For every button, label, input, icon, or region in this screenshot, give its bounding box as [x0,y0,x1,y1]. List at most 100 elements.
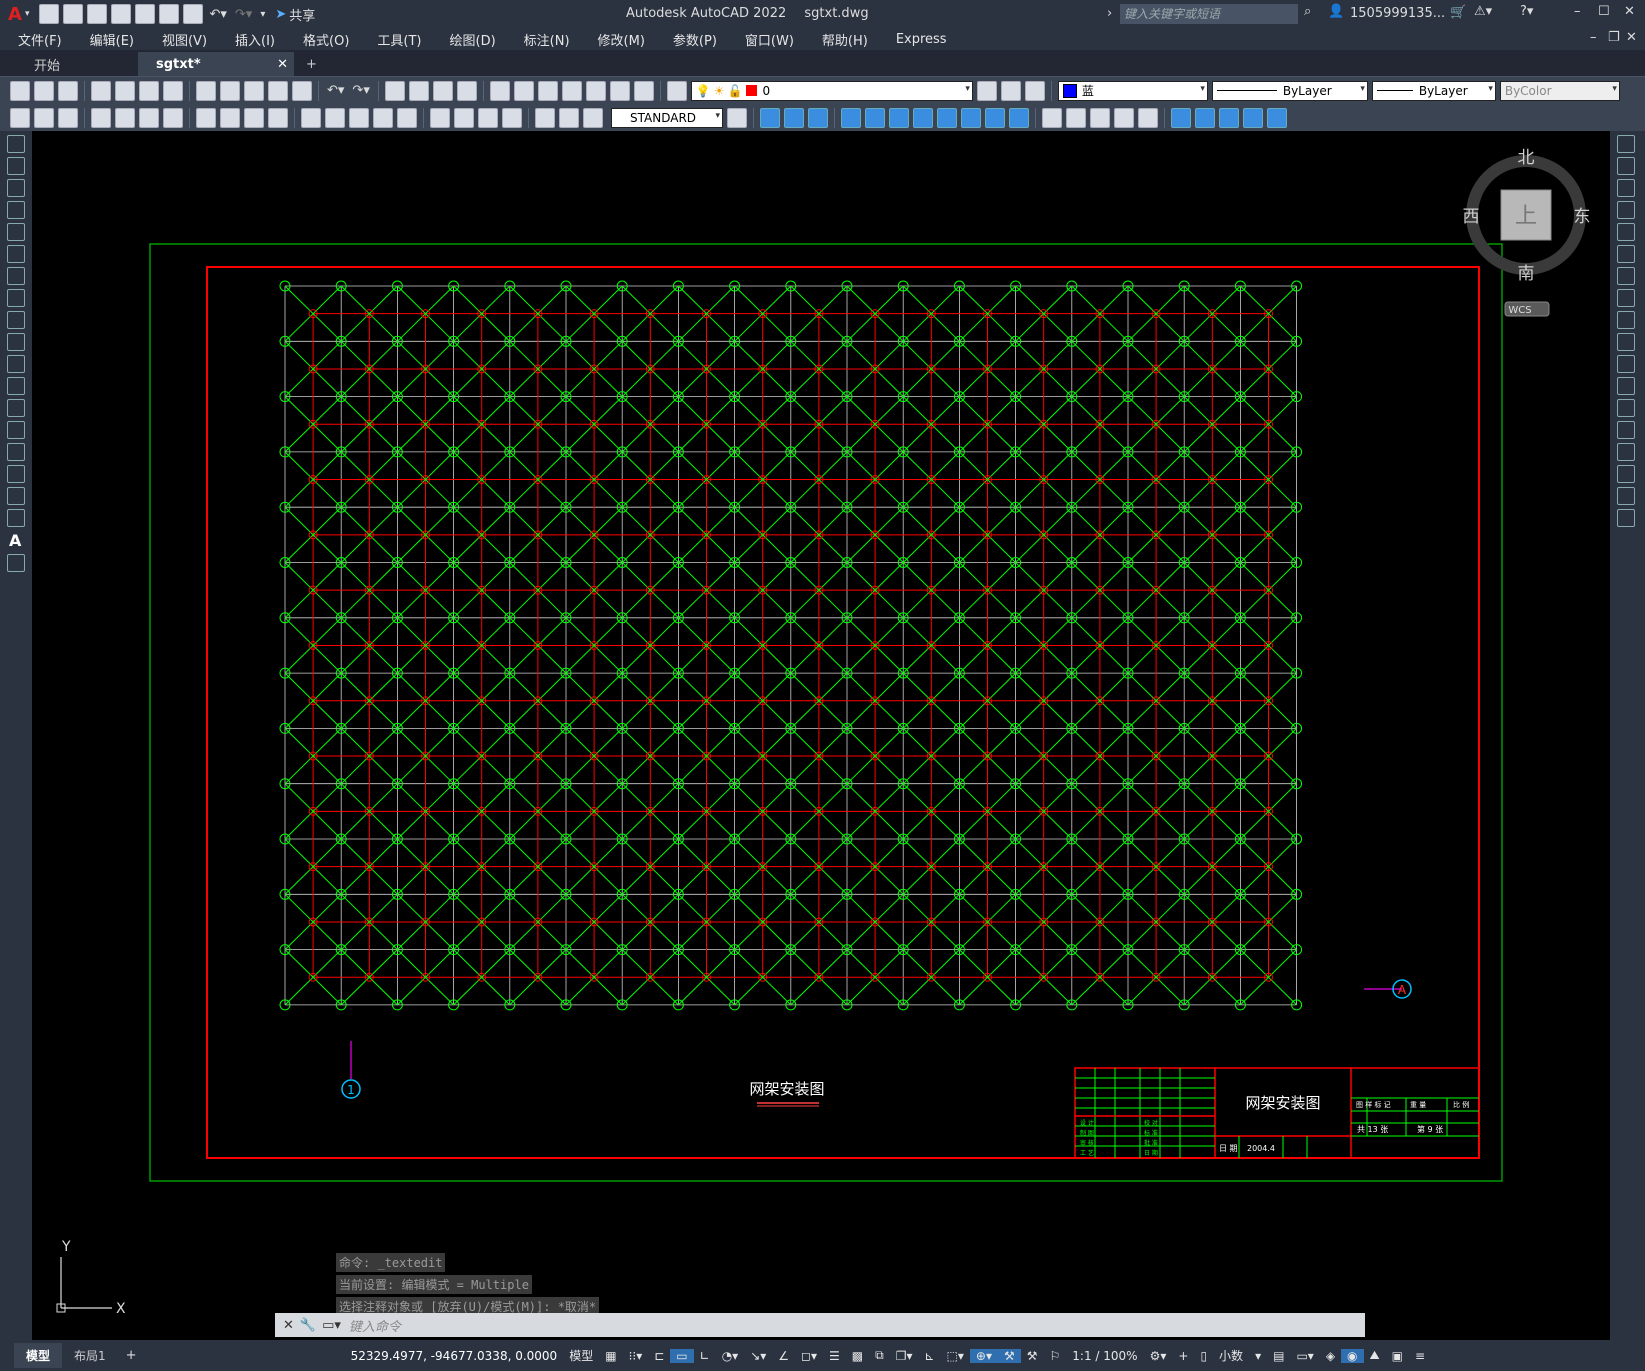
graphics-perf-icon[interactable]: ⛰ [1364,1348,1386,1363]
lightbulb-icon[interactable]: 💡 [696,84,711,98]
chamfer-icon[interactable] [1617,443,1635,461]
add-layout-button[interactable]: + [118,1348,145,1363]
color-dropdown[interactable]: 蓝 ▾ [1057,80,1208,101]
zoom-previous-icon[interactable] [456,80,477,101]
zoom-window-icon[interactable] [432,80,453,101]
construction-line-icon[interactable] [7,157,25,175]
osnap-icon[interactable]: ◻▾ [795,1349,823,1363]
autocad-logo-icon[interactable]: A [8,4,22,25]
chevron-down-icon[interactable]: ▾ [1249,1349,1267,1363]
menu-window[interactable]: 窗口(W) [731,30,808,49]
dynamic-input-icon[interactable]: ▭ [670,1348,694,1363]
group-icon[interactable] [1171,107,1191,128]
redo-icon[interactable]: ↷▾ [352,83,369,98]
move-icon[interactable] [889,107,909,128]
customize-icon[interactable]: 🔧 [300,1318,316,1333]
tab-sgtxt[interactable]: sgtxt* ✕ [138,52,295,76]
erase-icon[interactable] [760,107,780,128]
blend-icon[interactable] [1617,487,1635,505]
tool-palettes-icon[interactable] [537,80,558,101]
trim-icon[interactable] [1617,333,1635,351]
lock-icon[interactable]: 🔓 [728,84,743,98]
dim-angular-icon[interactable] [268,107,288,128]
search-input[interactable]: 键入关键字或短语 [1120,4,1298,24]
cart-icon[interactable]: 🛒 [1450,5,1466,20]
osnap-tracking-icon[interactable]: ∠ [772,1349,795,1363]
annotation-scale-dropdown[interactable]: 1:1 / 100% [1066,1349,1143,1363]
save-icon[interactable] [58,80,78,101]
inspect-icon[interactable] [478,107,498,128]
draworder-icon[interactable] [10,107,30,128]
hardware-accel-icon[interactable]: ◉ [1341,1348,1364,1363]
command-input[interactable]: 键入命令 [349,1316,401,1335]
group-select-icon[interactable] [1243,107,1263,128]
polar-icon[interactable]: ◔▾ [716,1349,745,1363]
mirror-icon[interactable] [1617,179,1635,197]
paste-icon[interactable] [244,80,264,101]
dim-space-icon[interactable] [373,107,393,128]
command-line[interactable]: ✕ 🔧 ▭▾ 键入命令 [275,1313,1365,1337]
line-icon[interactable] [7,135,25,153]
ungroup-icon[interactable] [1195,107,1215,128]
ortho-icon[interactable]: ∟ [694,1349,716,1363]
tab-start[interactable]: 开始 [16,52,78,76]
lock-ui-icon[interactable]: ▭▾ [1290,1349,1319,1363]
extend-icon[interactable] [1617,355,1635,373]
fillet-icon[interactable] [1617,465,1635,483]
spline-icon[interactable] [7,311,25,329]
menu-parametric[interactable]: 参数(P) [659,30,731,49]
plot-icon[interactable] [183,4,204,24]
pan-icon[interactable] [384,80,405,101]
menu-express[interactable]: Express [882,32,961,47]
isometric-icon[interactable]: ↘▾ [744,1349,772,1363]
send-back-icon[interactable] [58,107,78,128]
lineweight-dropdown[interactable]: ByLayer ▾ [1371,80,1496,101]
markup-icon[interactable] [585,80,606,101]
make-current-layer-icon[interactable] [976,80,997,101]
cut-icon[interactable] [196,80,216,101]
dim-baseline-icon[interactable] [325,107,345,128]
undo-icon[interactable]: ↶▾ [209,7,226,22]
offset-icon[interactable] [841,107,861,128]
bring-front-icon[interactable] [34,107,54,128]
add-selected-icon[interactable] [7,554,25,572]
close-icon[interactable]: ✕ [1624,4,1635,19]
linetype-dropdown[interactable]: ByLayer ▾ [1211,80,1368,101]
new-tab-button[interactable]: + [294,52,329,76]
doc-restore-icon[interactable]: ❐ [1608,30,1620,45]
break-icon[interactable] [1042,107,1062,128]
center-mark-icon[interactable] [454,107,474,128]
dim-diameter-icon[interactable] [244,107,264,128]
selection-filter-icon[interactable]: ⬚▾ [941,1349,970,1363]
join-icon[interactable] [1617,421,1635,439]
explode-icon[interactable] [1138,107,1158,128]
break-at-point-icon[interactable] [1617,377,1635,395]
viewcube[interactable]: 上 北 南 西 东 WCS [1463,148,1591,317]
make-block-icon[interactable] [7,399,25,417]
join-icon[interactable] [1066,107,1086,128]
menu-edit[interactable]: 编辑(E) [76,30,148,49]
maximize-icon[interactable]: ☐ [1598,4,1610,19]
region-icon[interactable] [7,487,25,505]
clean-screen-icon[interactable]: ▣ [1386,1349,1409,1363]
erase-icon[interactable] [1617,135,1635,153]
3d-osnap-icon[interactable]: ❐▾ [890,1349,919,1363]
qat-dropdown-icon[interactable]: ▾ [260,9,265,20]
dim-continue-icon[interactable] [349,107,369,128]
rotate-icon[interactable] [1617,267,1635,285]
group-bounding-icon[interactable] [1267,107,1287,128]
point-icon[interactable] [7,421,25,439]
layout-tab-model[interactable]: 模型 [14,1343,63,1368]
save-icon[interactable] [87,4,108,24]
design-center-icon[interactable] [513,80,534,101]
circle-icon[interactable] [7,267,25,285]
close-tab-icon[interactable]: ✕ [277,57,288,72]
doc-minimize-icon[interactable]: – [1590,30,1597,45]
zoom-realtime-icon[interactable] [408,80,429,101]
help-icon[interactable]: ?▾ [1520,4,1533,19]
share-icon[interactable]: ➤ [275,7,286,22]
workspace-gear-icon[interactable]: ⚙▾ [1144,1349,1173,1363]
array-icon[interactable] [1617,223,1635,241]
autodesk-a360-icon[interactable]: ⚠▾ [1474,4,1492,19]
dim-update-icon[interactable] [583,107,603,128]
